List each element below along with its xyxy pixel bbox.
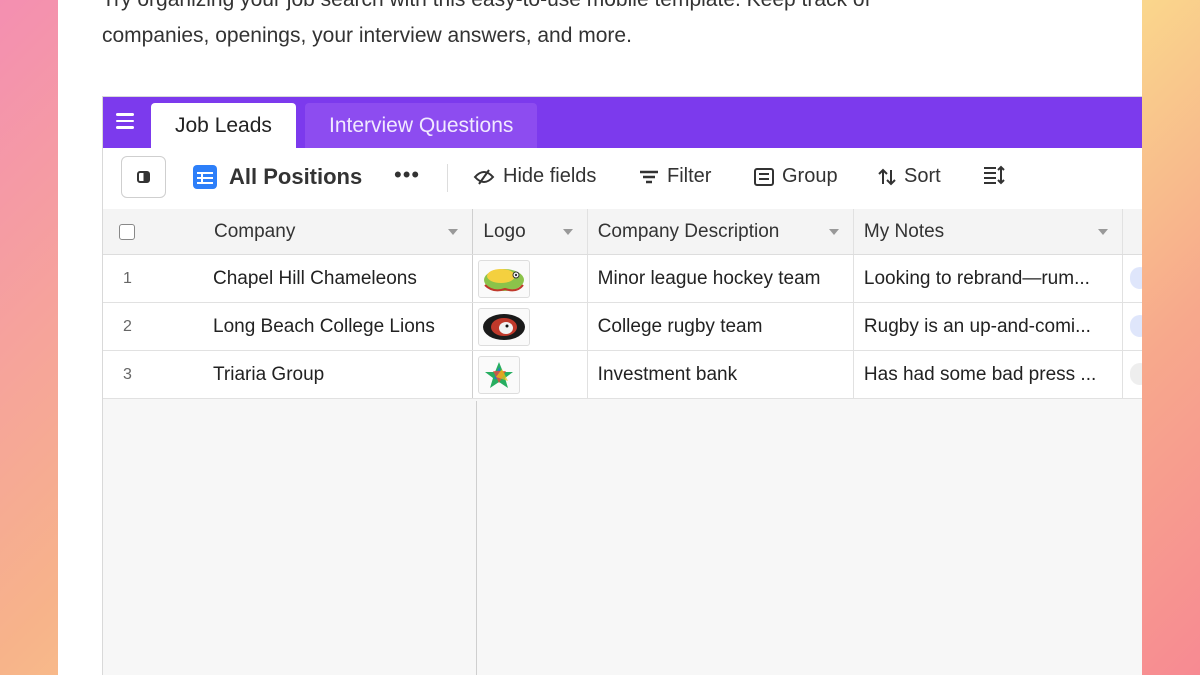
view-toolbar: All Positions ••• Hide fields Filter Gro… bbox=[103, 148, 1142, 210]
more-options-button[interactable]: ••• bbox=[394, 162, 420, 188]
company-name: Chapel Hill Chameleons bbox=[213, 267, 417, 289]
cell-description[interactable]: Investment bank bbox=[588, 351, 854, 398]
company-name: Triaria Group bbox=[213, 363, 325, 385]
intro-line-2: companies, openings, your interview answ… bbox=[102, 24, 632, 47]
company-notes: Has had some bad press ... bbox=[863, 363, 1097, 385]
sort-button[interactable]: Sort bbox=[878, 165, 941, 188]
hide-fields-button[interactable]: Hide fields bbox=[473, 165, 596, 188]
hamburger-icon[interactable] bbox=[116, 113, 134, 129]
header-company[interactable]: Company bbox=[103, 209, 474, 254]
sort-icon bbox=[878, 168, 896, 185]
eye-slash-icon bbox=[473, 168, 495, 185]
intro-line-1: Try organizing your job search with this… bbox=[102, 0, 1002, 18]
cell-notes[interactable]: Has had some bad press ... bbox=[854, 351, 1124, 398]
filter-icon bbox=[640, 170, 658, 183]
logo-triaria-image[interactable] bbox=[478, 355, 521, 394]
hide-fields-label: Hide fields bbox=[503, 165, 597, 187]
group-label: Group bbox=[782, 165, 838, 187]
select-all-checkbox[interactable] bbox=[119, 223, 135, 240]
tab-job-leads[interactable]: Job Leads bbox=[151, 103, 296, 148]
content-card: Try organizing your job search with this… bbox=[58, 0, 1142, 675]
header-company-label: Company bbox=[214, 220, 296, 242]
cell-company[interactable]: 2 Long Beach College Lions bbox=[103, 303, 474, 350]
header-description-label: Company Description bbox=[597, 220, 780, 242]
cell-company[interactable]: 3 Triaria Group bbox=[103, 351, 474, 398]
tab-interview-questions[interactable]: Interview Questions bbox=[305, 103, 538, 148]
company-notes: Rugby is an up-and-comi... bbox=[863, 315, 1091, 337]
airtable-base: Job Leads Interview Questions All Positi… bbox=[102, 96, 1142, 675]
company-description: College rugby team bbox=[597, 315, 763, 337]
cell-next-column[interactable] bbox=[1123, 255, 1142, 302]
row-number: 3 bbox=[123, 365, 132, 383]
view-switcher[interactable]: All Positions bbox=[193, 164, 362, 190]
row-height-button[interactable] bbox=[983, 165, 1013, 185]
chevron-down-icon[interactable] bbox=[562, 229, 573, 235]
cell-notes[interactable]: Rugby is an up-and-comi... bbox=[854, 303, 1124, 350]
table-row[interactable]: 2 Long Beach College Lions College rugby… bbox=[103, 303, 1142, 351]
company-description: Investment bank bbox=[597, 363, 738, 385]
company-name: Long Beach College Lions bbox=[213, 315, 435, 337]
chevron-down-icon[interactable] bbox=[828, 229, 839, 235]
cell-logo[interactable] bbox=[473, 255, 588, 302]
table-row[interactable]: 1 Chapel Hill Chameleons Minor league ho… bbox=[103, 255, 1142, 303]
sort-label: Sort bbox=[904, 165, 941, 187]
cell-logo[interactable] bbox=[473, 303, 588, 350]
cell-notes[interactable]: Looking to rebrand—rum... bbox=[854, 255, 1124, 302]
sidebar-toggle-button[interactable] bbox=[121, 156, 166, 198]
tag-pill bbox=[1130, 267, 1142, 289]
header-logo[interactable]: Logo bbox=[473, 209, 588, 254]
header-next-column[interactable] bbox=[1123, 209, 1142, 254]
logo-lion-image[interactable] bbox=[478, 307, 531, 346]
intro-text: Try organizing your job search with this… bbox=[102, 0, 1002, 54]
grid-view-icon bbox=[193, 165, 217, 189]
group-icon bbox=[754, 167, 774, 186]
row-number: 2 bbox=[123, 317, 132, 335]
view-name-label: All Positions bbox=[229, 164, 363, 189]
cell-logo[interactable] bbox=[473, 351, 588, 398]
header-logo-label: Logo bbox=[483, 220, 526, 242]
row-number: 1 bbox=[123, 269, 132, 287]
cell-next-column[interactable] bbox=[1123, 351, 1142, 398]
cell-description[interactable]: Minor league hockey team bbox=[588, 255, 854, 302]
filter-label: Filter bbox=[667, 165, 712, 187]
records-grid: Company Logo Company Description My Note… bbox=[103, 209, 1142, 399]
logo-chameleon-image[interactable] bbox=[478, 259, 531, 298]
chevron-down-icon[interactable] bbox=[1098, 229, 1109, 235]
toolbar-divider bbox=[447, 164, 448, 192]
header-notes-label: My Notes bbox=[863, 220, 945, 242]
tag-pill bbox=[1130, 363, 1142, 385]
table-tab-bar: Job Leads Interview Questions bbox=[103, 97, 1142, 148]
grid-header-row: Company Logo Company Description My Note… bbox=[103, 209, 1142, 255]
filter-button[interactable]: Filter bbox=[639, 165, 711, 188]
sidebar-toggle-icon bbox=[137, 171, 150, 183]
cell-company[interactable]: 1 Chapel Hill Chameleons bbox=[103, 255, 474, 302]
company-description: Minor league hockey team bbox=[597, 267, 821, 289]
header-description[interactable]: Company Description bbox=[588, 209, 854, 254]
group-button[interactable]: Group bbox=[754, 165, 838, 188]
chevron-down-icon[interactable] bbox=[448, 229, 459, 235]
row-height-icon bbox=[984, 165, 1005, 185]
tag-pill bbox=[1130, 315, 1142, 337]
cell-next-column[interactable] bbox=[1123, 303, 1142, 350]
company-notes: Looking to rebrand—rum... bbox=[863, 267, 1090, 289]
empty-grid-area bbox=[103, 401, 477, 675]
header-notes[interactable]: My Notes bbox=[854, 209, 1124, 254]
table-row[interactable]: 3 Triaria Group Investment bank Has had … bbox=[103, 351, 1142, 399]
cell-description[interactable]: College rugby team bbox=[588, 303, 854, 350]
